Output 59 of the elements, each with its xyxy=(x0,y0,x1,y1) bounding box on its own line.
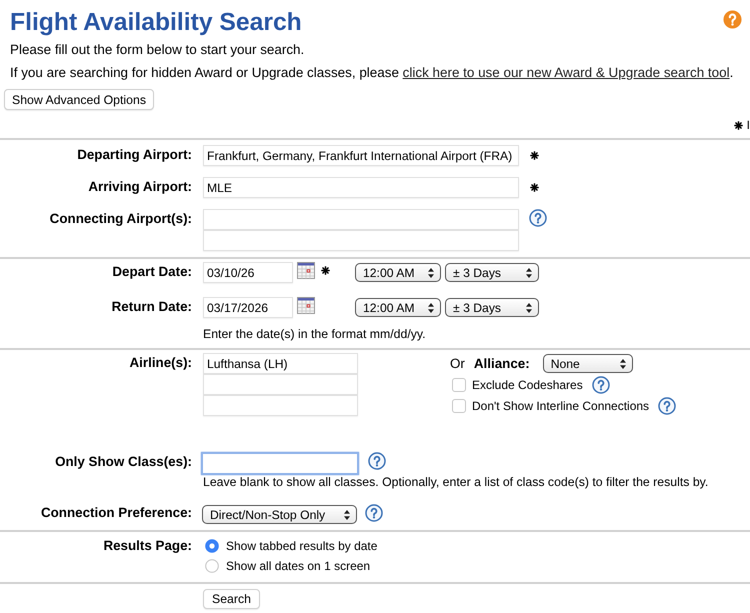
checkbox[interactable] xyxy=(452,378,466,392)
airline-field[interactable]: Lufthansa (LH) xyxy=(203,353,358,374)
field-label: Connection Preference: xyxy=(40,504,192,522)
date-format-hint: Enter the date(s) in the format mm/dd/yy. xyxy=(203,327,427,342)
airport-field[interactable] xyxy=(203,230,519,251)
help-icon[interactable] xyxy=(723,10,742,29)
airport-field[interactable] xyxy=(203,209,519,230)
field-label: Airline(s): xyxy=(128,354,192,372)
airport-field[interactable]: Frankfurt, Germany, Frankfurt International Airport (FRA) xyxy=(203,145,519,166)
search-button[interactable]: Search xyxy=(203,589,260,609)
asterisk-icon xyxy=(734,120,743,130)
help-icon[interactable] xyxy=(365,504,383,522)
time-select[interactable]: 12:00 AM xyxy=(355,298,441,317)
help-icon[interactable] xyxy=(592,376,610,394)
alliance-label: Alliance: xyxy=(474,356,530,371)
date-range-select[interactable]: ± 3 Days xyxy=(445,298,539,317)
field-label: Depart Date: xyxy=(111,263,192,281)
field-label: Departing Airport: xyxy=(76,146,192,164)
advanced-options-button[interactable]: Show Advanced Options xyxy=(4,89,154,110)
up-down-arrows-icon xyxy=(428,302,434,312)
checkbox[interactable] xyxy=(452,398,466,412)
intro-text: Please fill out the form below to start your search. xyxy=(10,41,306,59)
award-search-link[interactable]: click here to use our new Award & Upgrade search tool xyxy=(402,65,730,80)
connection-select[interactable]: Direct/Non-Stop Only xyxy=(202,505,357,524)
date-range-select[interactable]: ± 3 Days xyxy=(445,263,539,282)
required-legend-text: I xyxy=(746,118,750,132)
class-field[interactable] xyxy=(201,452,359,475)
radio-button[interactable] xyxy=(205,539,219,553)
airport-field[interactable]: MLE xyxy=(203,177,519,198)
page-title: Flight Availability Search xyxy=(10,8,302,38)
up-down-arrows-icon xyxy=(428,268,434,278)
help-icon[interactable] xyxy=(658,396,676,414)
field-label: Connecting Airport(s): xyxy=(48,210,192,228)
up-down-arrows-icon xyxy=(526,268,532,278)
field-label: Only Show Class(es): xyxy=(54,453,192,471)
radio-label: Show tabbed results by date xyxy=(226,539,378,553)
calendar-icon[interactable] xyxy=(297,297,315,314)
class-hint: Leave blank to show all classes. Optionally, enter a list of class code(s) to filter the results by. xyxy=(203,475,710,490)
checkbox-label: Exclude Codeshares xyxy=(472,378,583,392)
date-field[interactable]: 03/10/26 xyxy=(203,262,293,283)
field-label: Arriving Airport: xyxy=(87,178,192,196)
field-label: Results Page: xyxy=(102,537,192,555)
help-icon[interactable] xyxy=(368,452,386,470)
time-select[interactable]: 12:00 AM xyxy=(355,263,441,282)
airline-field[interactable] xyxy=(203,374,358,395)
up-down-arrows-icon xyxy=(526,302,532,312)
alliance-select[interactable]: None xyxy=(542,354,633,373)
field-label: Return Date: xyxy=(110,298,192,316)
help-icon[interactable] xyxy=(529,209,547,227)
radio-button[interactable] xyxy=(205,559,219,573)
up-down-arrows-icon xyxy=(620,358,626,368)
award-note-text: If you are searching for hidden Award or Upgrade classes, please click here to use our new Award & Upgrade search tool. xyxy=(10,64,734,82)
checkbox-label: Don't Show Interline Connections xyxy=(472,398,650,412)
up-down-arrows-icon xyxy=(344,510,350,520)
radio-label: Show all dates on 1 screen xyxy=(226,559,370,573)
airline-field[interactable] xyxy=(203,395,358,416)
date-field[interactable]: 03/17/2026 xyxy=(203,297,293,318)
or-text: Or xyxy=(450,356,465,371)
calendar-icon[interactable] xyxy=(297,262,315,279)
